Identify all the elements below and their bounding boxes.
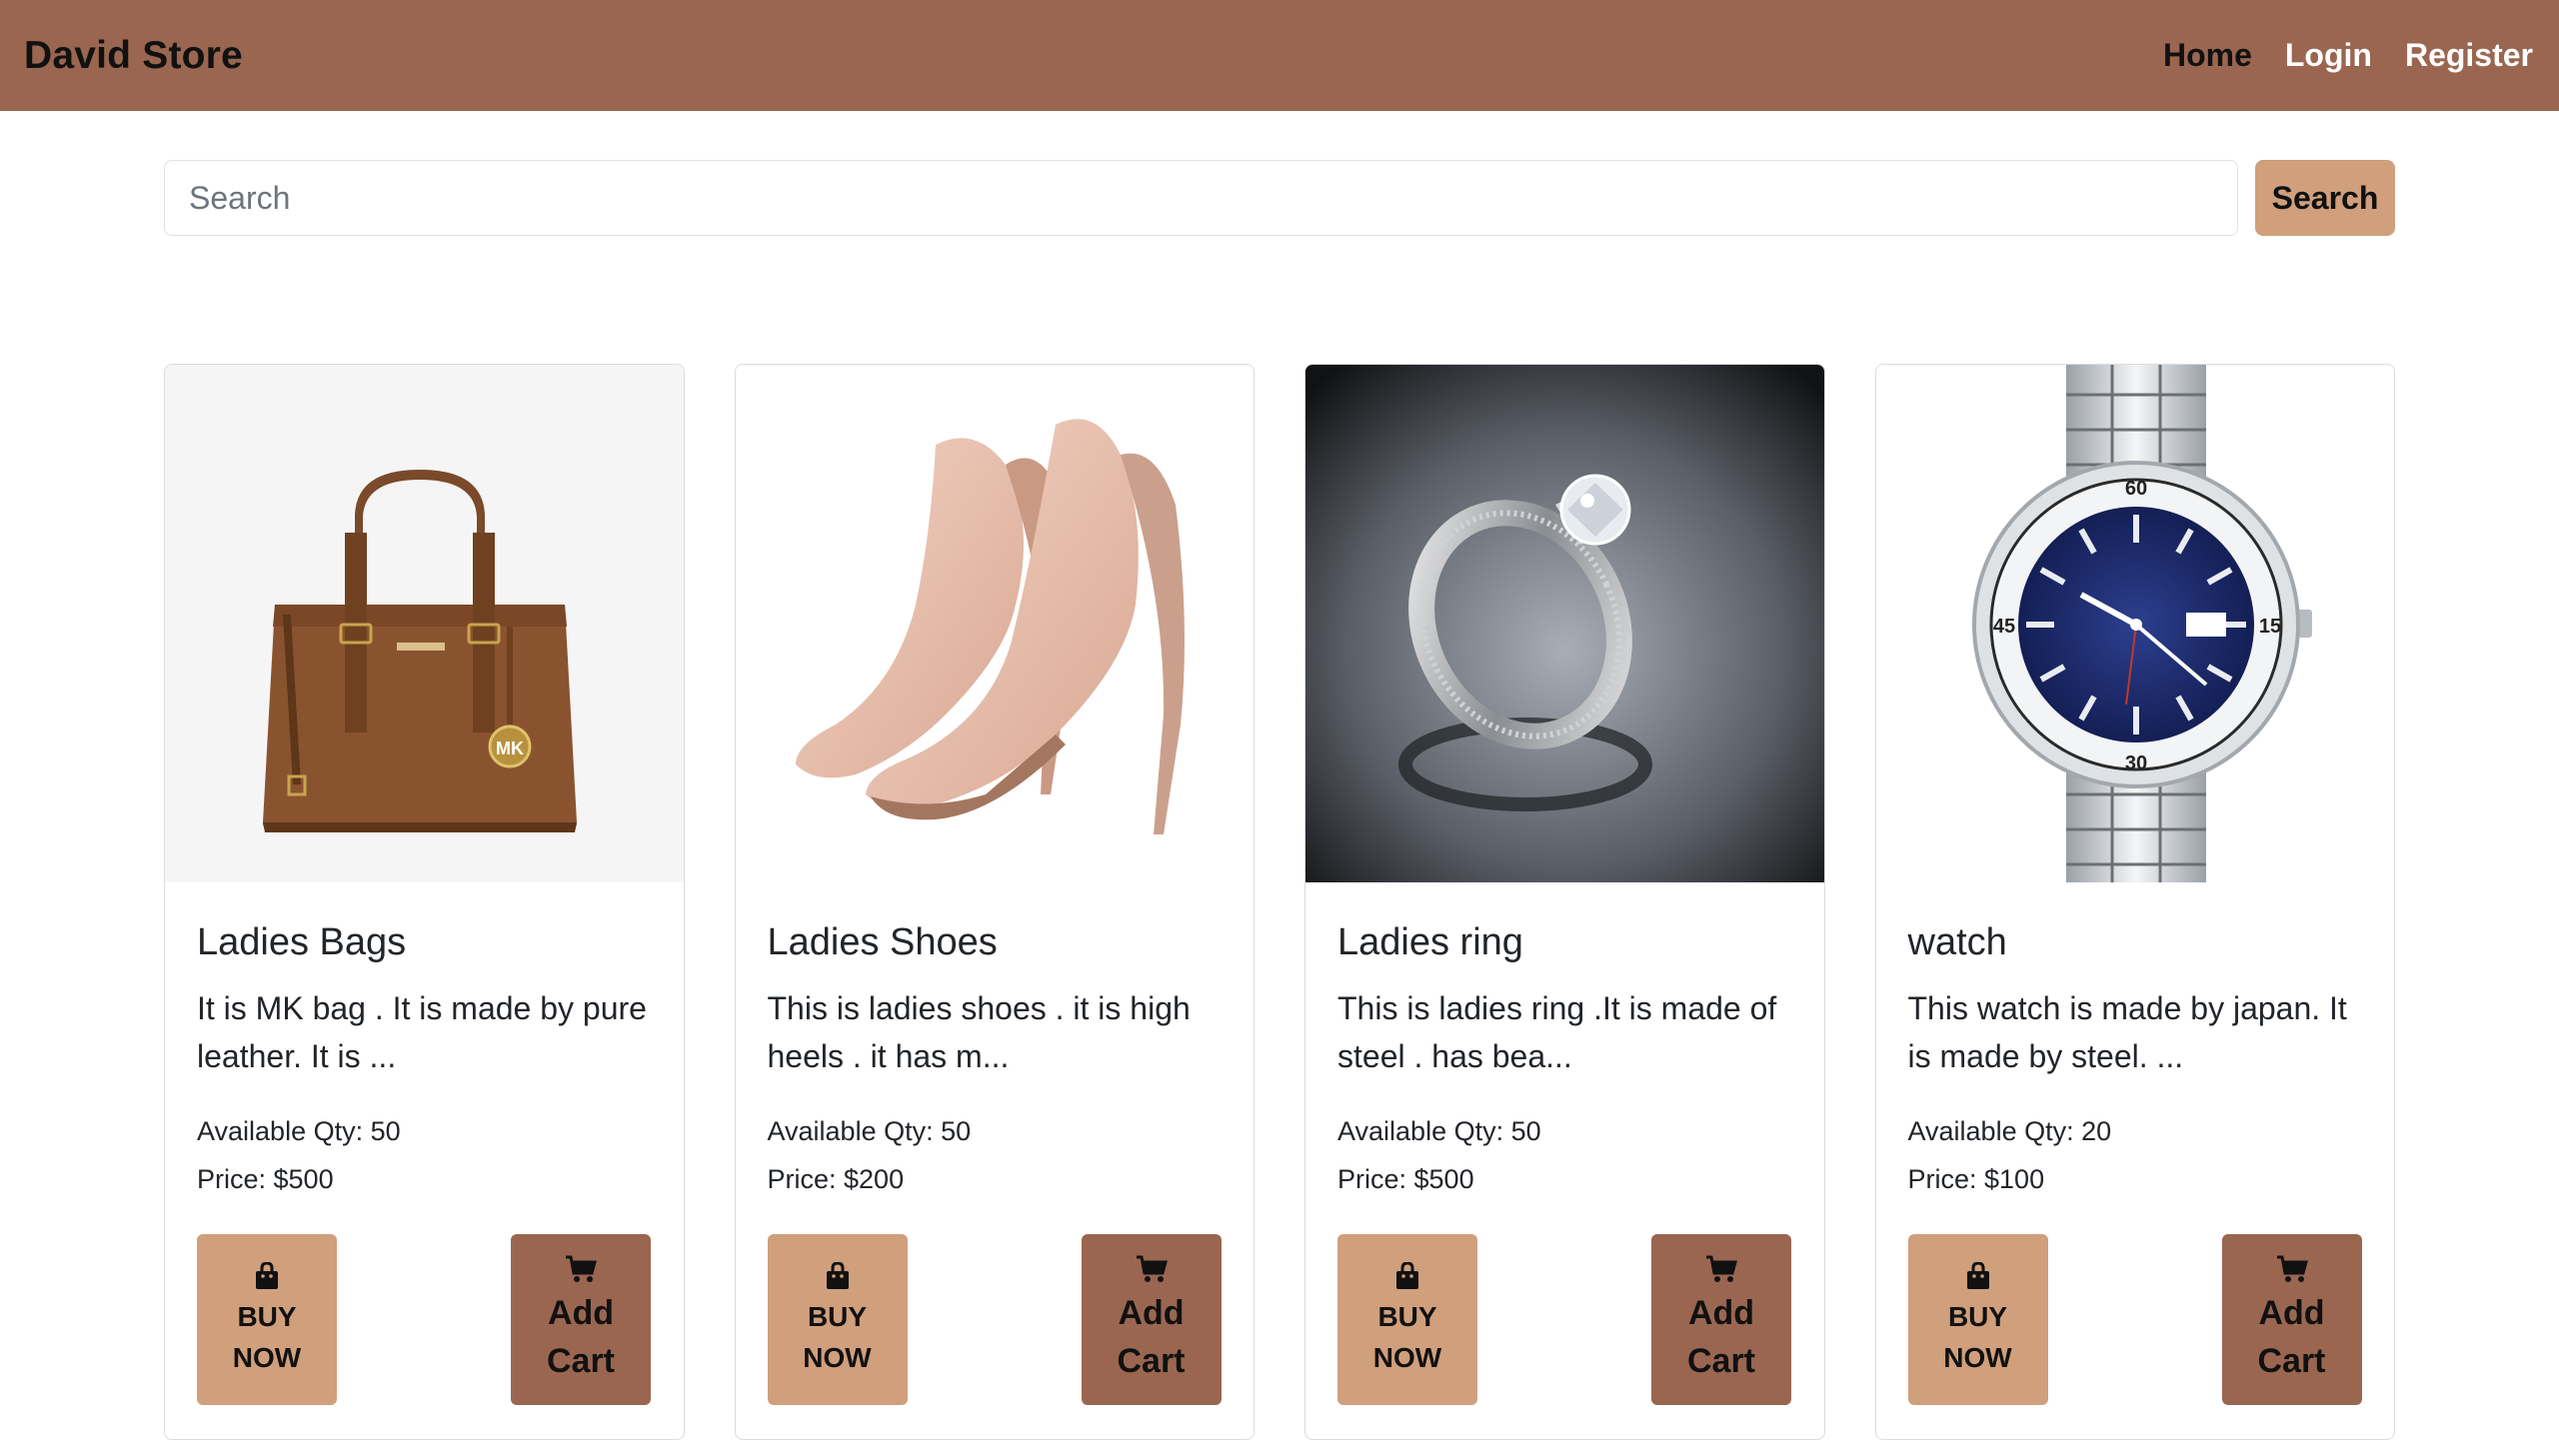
buy-now-button[interactable]: BUY NOW [767, 1234, 908, 1405]
buy-now-label-line1: BUY [807, 1300, 868, 1332]
cart-icon [2276, 1255, 2308, 1282]
add-cart-label-line1: Add [1687, 1293, 1755, 1332]
product-title: watch [1907, 921, 2007, 963]
nav-link-home[interactable]: Home [2163, 37, 2252, 74]
add-cart-label-line2: Cart [2257, 1341, 2326, 1380]
buy-now-label-line1: BUY [237, 1300, 297, 1332]
handbag-image[interactable]: MK [165, 365, 684, 882]
nav-links: Home Login Register [2130, 37, 2533, 74]
product-title: Ladies ring [1337, 921, 1523, 963]
product-description: It is MK bag . It is made by pure leathe… [197, 989, 647, 1074]
ring-image[interactable] [1305, 365, 1824, 882]
shopping-bag-icon [256, 1261, 278, 1289]
product-qty: Available Qty: 50 [1337, 1116, 1541, 1146]
svg-text:30: 30 [2124, 752, 2146, 774]
cart-icon [566, 1255, 597, 1282]
add-cart-label-line2: Cart [1117, 1341, 1186, 1380]
add-cart-button[interactable]: Add Cart [511, 1234, 651, 1405]
svg-text:60: 60 [2124, 478, 2146, 500]
add-cart-label-line1: Add [547, 1293, 615, 1332]
buy-now-button[interactable]: BUY NOW [1337, 1234, 1477, 1405]
shopping-bag-icon [1966, 1261, 1989, 1289]
add-cart-button[interactable]: Add Cart [1081, 1234, 1222, 1405]
product-price: Price: $500 [197, 1164, 334, 1194]
high-heels-image[interactable] [735, 365, 1254, 882]
product-price: Price: $200 [767, 1164, 905, 1194]
nav-link-register[interactable]: Register [2405, 37, 2533, 74]
svg-text:45: 45 [1992, 616, 2014, 638]
watch-image[interactable]: 60 30 45 15 [1875, 365, 2394, 882]
shopping-bag-icon [1396, 1261, 1418, 1289]
add-cart-label-line1: Add [1118, 1293, 1185, 1332]
product-description: This is ladies ring .It is made of steel… [1337, 989, 1777, 1074]
product-description: This is ladies shoes . it is high heels … [767, 989, 1191, 1074]
buy-now-label-line2: NOW [803, 1341, 872, 1373]
search-button[interactable]: Search [2255, 160, 2395, 236]
brand-logo[interactable]: David Store [24, 34, 243, 78]
buy-now-button[interactable]: BUY NOW [1907, 1234, 2048, 1405]
product-description: This watch is made by japan. It is made … [1907, 989, 2347, 1074]
buy-now-label-line2: NOW [1372, 1341, 1442, 1373]
product-card: Ladies Shoes This is ladies shoes . it i… [734, 364, 1255, 1440]
add-cart-label-line2: Cart [1686, 1341, 1756, 1380]
buy-now-label-line1: BUY [1377, 1300, 1437, 1332]
cart-icon [1136, 1255, 1168, 1282]
svg-text:15: 15 [2258, 616, 2280, 638]
product-qty: Available Qty: 50 [767, 1116, 972, 1146]
product-price: Price: $100 [1907, 1164, 2045, 1194]
product-qty: Available Qty: 50 [197, 1116, 401, 1146]
product-price: Price: $500 [1337, 1164, 1474, 1194]
product-card: MK Ladies Bags It is MK bag . It is made… [164, 364, 685, 1440]
buy-now-label-line2: NOW [1943, 1341, 2012, 1373]
add-cart-button[interactable]: Add Cart [1651, 1234, 1791, 1405]
shopping-bag-icon [826, 1261, 849, 1289]
product-title: Ladies Shoes [767, 921, 998, 963]
add-cart-button[interactable]: Add Cart [2221, 1234, 2362, 1405]
search-input[interactable] [164, 160, 2238, 236]
cart-icon [1706, 1255, 1737, 1282]
product-title: Ladies Bags [197, 921, 407, 963]
buy-now-label-line1: BUY [1947, 1300, 2008, 1332]
buy-now-label-line2: NOW [232, 1341, 302, 1373]
product-qty: Available Qty: 20 [1907, 1116, 2112, 1146]
nav-link-login[interactable]: Login [2285, 37, 2372, 74]
product-card: Ladies ring This is ladies ring .It is m… [1304, 364, 1825, 1440]
svg-text:MK: MK [496, 738, 524, 758]
product-card: 60 30 45 15 watch This watch is made by … [1874, 364, 2395, 1440]
add-cart-label-line2: Cart [546, 1341, 616, 1380]
navbar: David Store Home Login Register [0, 0, 2559, 111]
product-grid: MK Ladies Bags It is MK bag . It is made… [164, 364, 2395, 1440]
add-cart-label-line1: Add [2258, 1293, 2325, 1332]
buy-now-button[interactable]: BUY NOW [197, 1234, 337, 1405]
